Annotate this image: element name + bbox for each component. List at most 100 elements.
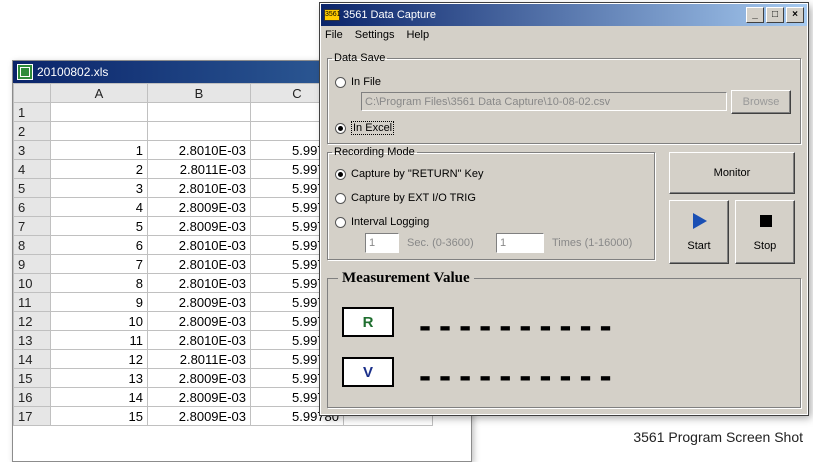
menu-settings[interactable]: Settings	[355, 29, 395, 41]
row-header[interactable]: 3	[13, 140, 51, 160]
select-all-corner[interactable]	[13, 83, 51, 103]
table-cell[interactable]	[147, 121, 251, 141]
spreadsheet-title: 20100802.xls	[37, 65, 109, 79]
start-button[interactable]: Start	[669, 200, 729, 264]
column-header-a[interactable]: A	[50, 83, 148, 103]
table-cell[interactable]	[147, 102, 251, 122]
row-header[interactable]: 10	[13, 273, 51, 293]
radio-capture-return-label: Capture by "RETURN" Key	[351, 168, 484, 180]
table-cell[interactable]: 2	[50, 159, 148, 179]
stop-button-label: Stop	[753, 240, 777, 252]
row-header[interactable]: 15	[13, 368, 51, 388]
table-cell[interactable]: 2.8010E-03	[147, 273, 251, 293]
row-header[interactable]: 1	[13, 102, 51, 122]
table-cell[interactable]: 2.8010E-03	[147, 254, 251, 274]
table-cell[interactable]: 2.8009E-03	[147, 387, 251, 407]
table-cell[interactable]	[50, 121, 148, 141]
browse-button[interactable]: Browse	[731, 90, 791, 114]
table-cell[interactable]: 2.8009E-03	[147, 311, 251, 331]
row-header[interactable]: 13	[13, 330, 51, 350]
recording-mode-legend: Recording Mode	[334, 146, 415, 158]
menu-help[interactable]: Help	[406, 29, 429, 41]
row-header[interactable]: 6	[13, 197, 51, 217]
table-cell[interactable]: 4	[50, 197, 148, 217]
radio-interval-logging-indicator[interactable]	[335, 216, 346, 228]
measurement-title: Measurement Value	[338, 270, 474, 287]
table-cell[interactable]: 2.8010E-03	[147, 235, 251, 255]
row-header[interactable]: 8	[13, 235, 51, 255]
table-cell[interactable]: 2.8010E-03	[147, 330, 251, 350]
column-header-b[interactable]: B	[147, 83, 251, 103]
maximize-button[interactable]: □	[766, 7, 784, 23]
file-path-field[interactable]: C:\Program Files\3561 Data Capture\10-08…	[361, 92, 727, 111]
menu-file[interactable]: File	[325, 29, 343, 41]
interval-seconds-input[interactable]: 1	[365, 233, 399, 253]
table-cell[interactable]: 2.8010E-03	[147, 140, 251, 160]
table-cell[interactable]	[50, 102, 148, 122]
menu-bar: File Settings Help	[321, 26, 807, 44]
radio-in-excel[interactable]: In Excel	[335, 121, 395, 135]
radio-in-file-indicator[interactable]	[335, 76, 346, 88]
row-header[interactable]: 12	[13, 311, 51, 331]
radio-capture-ext-trig-label: Capture by EXT I/O TRIG	[351, 192, 476, 204]
interval-seconds-unit: Sec. (0-3600)	[407, 237, 474, 249]
table-cell[interactable]: 5	[50, 216, 148, 236]
radio-capture-return-indicator[interactable]	[335, 168, 346, 180]
table-cell[interactable]: 3	[50, 178, 148, 198]
row-header[interactable]: 4	[13, 159, 51, 179]
excel-file-icon	[17, 64, 33, 80]
radio-interval-logging[interactable]: Interval Logging	[335, 216, 429, 228]
play-icon	[693, 213, 707, 229]
radio-in-file[interactable]: In File	[335, 76, 381, 88]
r-label-box: R	[342, 307, 394, 337]
row-header[interactable]: 7	[13, 216, 51, 236]
table-cell[interactable]: 2.8011E-03	[147, 159, 251, 179]
close-button[interactable]: ×	[786, 7, 804, 23]
table-cell[interactable]: 12	[50, 349, 148, 369]
stop-button[interactable]: Stop	[735, 200, 795, 264]
table-cell[interactable]: 2.8009E-03	[147, 292, 251, 312]
table-cell[interactable]: 15	[50, 406, 148, 426]
v-label-box: V	[342, 357, 394, 387]
row-header[interactable]: 11	[13, 292, 51, 312]
row-header[interactable]: 5	[13, 178, 51, 198]
radio-in-file-label: In File	[351, 76, 381, 88]
radio-capture-ext-trig[interactable]: Capture by EXT I/O TRIG	[335, 192, 476, 204]
radio-in-excel-label: In Excel	[351, 121, 395, 135]
app-titlebar[interactable]: 3561 3561 Data Capture _ □ ×	[321, 4, 807, 26]
radio-interval-logging-label: Interval Logging	[351, 216, 430, 228]
v-value: ----------	[416, 360, 617, 395]
row-header[interactable]: 2	[13, 121, 51, 141]
row-header[interactable]: 17	[13, 406, 51, 426]
table-cell[interactable]: 14	[50, 387, 148, 407]
table-cell[interactable]: 8	[50, 273, 148, 293]
stop-icon	[760, 215, 772, 227]
minimize-button[interactable]: _	[746, 7, 764, 23]
table-cell[interactable]: 2.8011E-03	[147, 349, 251, 369]
row-header[interactable]: 9	[13, 254, 51, 274]
row-header[interactable]: 16	[13, 387, 51, 407]
radio-capture-return[interactable]: Capture by "RETURN" Key	[335, 168, 484, 180]
data-save-legend: Data Save	[334, 52, 386, 64]
interval-times-input[interactable]: 1	[496, 233, 544, 253]
data-capture-window: 3561 3561 Data Capture _ □ × File Settin…	[319, 2, 809, 416]
table-cell[interactable]: 7	[50, 254, 148, 274]
table-cell[interactable]: 2.8010E-03	[147, 178, 251, 198]
measurement-group: Measurement Value R ---------- V -------…	[327, 270, 801, 408]
radio-capture-ext-trig-indicator[interactable]	[335, 192, 346, 204]
table-cell[interactable]: 2.8009E-03	[147, 368, 251, 388]
table-cell[interactable]: 6	[50, 235, 148, 255]
table-cell[interactable]: 2.8009E-03	[147, 216, 251, 236]
table-cell[interactable]: 13	[50, 368, 148, 388]
radio-in-excel-indicator[interactable]	[335, 122, 346, 134]
row-header[interactable]: 14	[13, 349, 51, 369]
table-cell[interactable]: 10	[50, 311, 148, 331]
interval-times-unit: Times (1-16000)	[552, 237, 633, 249]
monitor-button[interactable]: Monitor	[669, 152, 795, 194]
table-cell[interactable]: 2.8009E-03	[147, 406, 251, 426]
table-cell[interactable]: 2.8009E-03	[147, 197, 251, 217]
table-cell[interactable]: 1	[50, 140, 148, 160]
table-cell[interactable]: 11	[50, 330, 148, 350]
start-button-label: Start	[687, 240, 711, 252]
table-cell[interactable]: 9	[50, 292, 148, 312]
